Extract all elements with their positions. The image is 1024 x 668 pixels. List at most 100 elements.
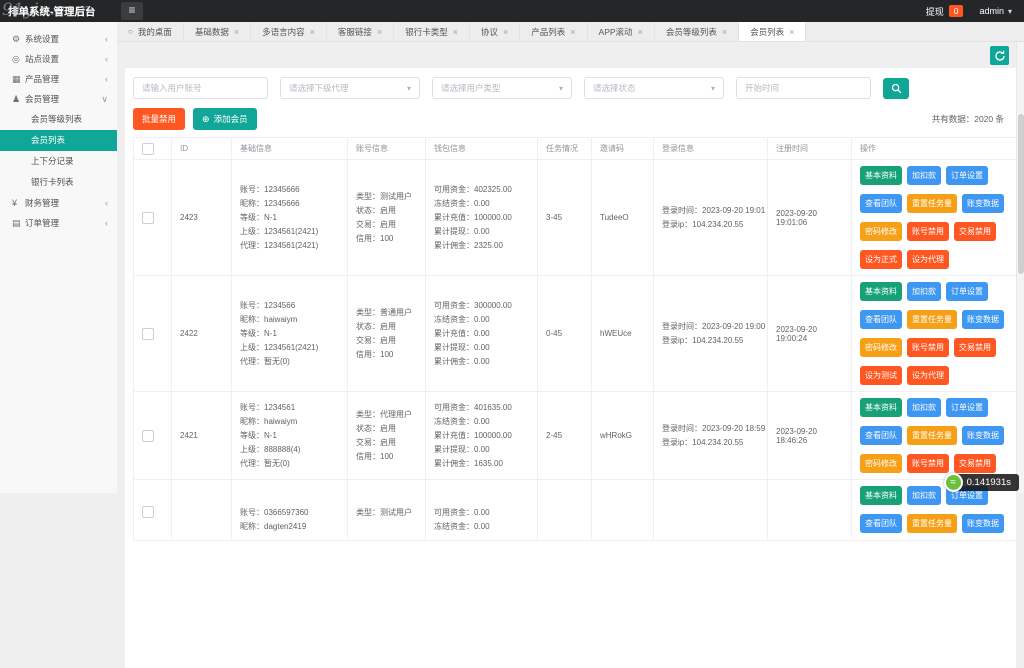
op-change-password[interactable]: 密码修改 xyxy=(860,222,902,241)
sidebar-item-grid[interactable]: ▦ 产品管理 ‹ xyxy=(0,69,117,89)
op-add-deduct[interactable]: 加扣款 xyxy=(907,282,941,301)
op-basic-profile[interactable]: 基本资料 xyxy=(860,282,902,301)
status-placeholder: 请选择状态 xyxy=(593,82,636,94)
op-change-password[interactable]: 密码修改 xyxy=(860,454,902,473)
scrollbar-thumb[interactable] xyxy=(1018,114,1024,274)
row-checkbox[interactable] xyxy=(142,212,154,224)
user-type-select[interactable]: 请选择用户类型 ▾ xyxy=(432,77,572,99)
op-reset-task[interactable]: 重置任务量 xyxy=(907,310,957,329)
row-checkbox[interactable] xyxy=(142,328,154,340)
op-balance-records[interactable]: 账变数据 xyxy=(962,426,1004,445)
close-icon[interactable]: × xyxy=(234,27,239,37)
tab[interactable]: 会员列表 × xyxy=(739,22,806,41)
sidebar: ⚙ 系统设置 ‹ ◎ 站点设置 ‹ ▦ 产品管理 ‹ ♟ 会员管理 ∨ 会员等级… xyxy=(0,22,117,493)
op-order-settings[interactable]: 订单设置 xyxy=(946,282,988,301)
op-view-team[interactable]: 查看团队 xyxy=(860,310,902,329)
sidebar-item-money[interactable]: ¥ 财务管理 ‹ xyxy=(0,193,117,213)
hamburger-icon[interactable]: ≡ xyxy=(121,2,143,20)
info-line: 账号：12345666 xyxy=(240,183,339,197)
op-order-settings[interactable]: 订单设置 xyxy=(946,166,988,185)
sidebar-item-list[interactable]: ▤ 订单管理 ‹ xyxy=(0,213,117,233)
close-icon[interactable]: × xyxy=(722,27,727,37)
withdraw-menu[interactable]: 提现 0 xyxy=(926,5,964,18)
sidebar-subitem[interactable]: 银行卡列表 xyxy=(0,172,117,193)
op-set-agent[interactable]: 设为代理 xyxy=(907,366,949,385)
sidebar-item-user[interactable]: ♟ 会员管理 ∨ xyxy=(0,89,117,109)
tab[interactable]: 协议 × xyxy=(470,22,520,41)
account-input[interactable] xyxy=(133,77,268,99)
op-balance-records[interactable]: 账变数据 xyxy=(962,514,1004,533)
op-disable-account[interactable]: 账号禁用 xyxy=(907,222,949,241)
tab[interactable]: 多语言内容 × xyxy=(251,22,327,41)
op-disable-trade[interactable]: 交易禁用 xyxy=(954,222,996,241)
op-reset-task[interactable]: 重置任务量 xyxy=(907,514,957,533)
op-balance-records[interactable]: 账变数据 xyxy=(962,194,1004,213)
tab[interactable]: 会员等级列表 × xyxy=(655,22,739,41)
op-set-test[interactable]: 设为测试 xyxy=(860,366,902,385)
close-icon[interactable]: × xyxy=(638,27,643,37)
op-basic-profile[interactable]: 基本资料 xyxy=(860,398,902,417)
op-view-team[interactable]: 查看团队 xyxy=(860,514,902,533)
action-bar: 批量禁用 ⊕ 添加会员 共有数据：2020 条 xyxy=(133,108,1008,130)
op-basic-profile[interactable]: 基本资料 xyxy=(860,166,902,185)
select-all-checkbox[interactable] xyxy=(142,143,154,155)
sidebar-subitem[interactable]: 会员等级列表 xyxy=(0,109,117,130)
close-icon[interactable]: × xyxy=(377,27,382,37)
cell-operations: 基本资料 加扣款 订单设置 查看团队 重置任务量 账变数据 xyxy=(860,486,1013,533)
info-line: 累计充值：0.00 xyxy=(434,327,529,341)
op-basic-profile[interactable]: 基本资料 xyxy=(860,486,902,505)
op-reset-task[interactable]: 重置任务量 xyxy=(907,426,957,445)
row-checkbox[interactable] xyxy=(142,430,154,442)
op-disable-trade[interactable]: 交易禁用 xyxy=(954,338,996,357)
row-checkbox[interactable] xyxy=(142,506,154,518)
search-button[interactable] xyxy=(883,78,909,99)
sidebar-subitem[interactable]: 会员列表 xyxy=(0,130,117,151)
close-icon[interactable]: × xyxy=(789,27,794,37)
tab[interactable]: 产品列表 × xyxy=(520,22,587,41)
sidebar-item-globe[interactable]: ◎ 站点设置 ‹ xyxy=(0,49,117,69)
tab[interactable]: ○ 我的桌面 xyxy=(117,22,184,41)
sidebar-subitem[interactable]: 上下分记录 xyxy=(0,151,117,172)
cell-base-info: 账号：1234561昵称：haiwaiym等级：N-1上级：888888(4)代… xyxy=(240,401,339,471)
tab[interactable]: 基础数据 × xyxy=(184,22,251,41)
info-line: 登录ip：104.234.20.55 xyxy=(662,334,759,348)
close-icon[interactable]: × xyxy=(503,27,508,37)
user-menu[interactable]: admin ▾ xyxy=(979,6,1012,16)
scrollbar-track[interactable] xyxy=(1016,42,1024,493)
op-add-deduct[interactable]: 加扣款 xyxy=(907,398,941,417)
sidebar-item-gear[interactable]: ⚙ 系统设置 ‹ xyxy=(0,29,117,49)
start-time-input[interactable] xyxy=(736,77,871,99)
close-icon[interactable]: × xyxy=(453,27,458,37)
info-line: 代理：暂无(0) xyxy=(240,457,339,471)
op-view-team[interactable]: 查看团队 xyxy=(860,194,902,213)
op-order-settings[interactable]: 订单设置 xyxy=(946,398,988,417)
op-disable-trade[interactable]: 交易禁用 xyxy=(954,454,996,473)
tab-label: APP滚动 xyxy=(599,26,633,38)
batch-disable-button[interactable]: 批量禁用 xyxy=(133,108,185,130)
op-view-team[interactable]: 查看团队 xyxy=(860,426,902,445)
op-add-deduct[interactable]: 加扣款 xyxy=(907,486,941,505)
op-disable-account[interactable]: 账号禁用 xyxy=(907,338,949,357)
chevron-down-icon: ▾ xyxy=(407,84,411,93)
op-change-password[interactable]: 密码修改 xyxy=(860,338,902,357)
info-line: 累计提现：0.00 xyxy=(434,225,529,239)
refresh-button[interactable] xyxy=(990,46,1009,65)
table-row: 2422 账号：1234566昵称：haiwaiym等级：N-1上级：12345… xyxy=(134,276,1022,392)
op-disable-account[interactable]: 账号禁用 xyxy=(907,454,949,473)
info-line: 昵称：12345666 xyxy=(240,197,339,211)
status-select[interactable]: 请选择状态 ▾ xyxy=(584,77,724,99)
op-set-official[interactable]: 设为正式 xyxy=(860,250,902,269)
tab[interactable]: APP滚动 × xyxy=(588,22,655,41)
op-add-deduct[interactable]: 加扣款 xyxy=(907,166,941,185)
info-line: 信用：100 xyxy=(356,450,417,464)
tab[interactable]: 客服链接 × xyxy=(327,22,394,41)
close-icon[interactable]: × xyxy=(570,27,575,37)
agent-select[interactable]: 请选择下级代理 ▾ xyxy=(280,77,420,99)
tab[interactable]: 银行卡类型 × xyxy=(394,22,470,41)
op-set-agent[interactable]: 设为代理 xyxy=(907,250,949,269)
op-balance-records[interactable]: 账变数据 xyxy=(962,310,1004,329)
op-reset-task[interactable]: 重置任务量 xyxy=(907,194,957,213)
info-line: 累计提现：0.00 xyxy=(434,443,529,457)
add-member-button[interactable]: ⊕ 添加会员 xyxy=(193,108,257,130)
close-icon[interactable]: × xyxy=(310,27,315,37)
